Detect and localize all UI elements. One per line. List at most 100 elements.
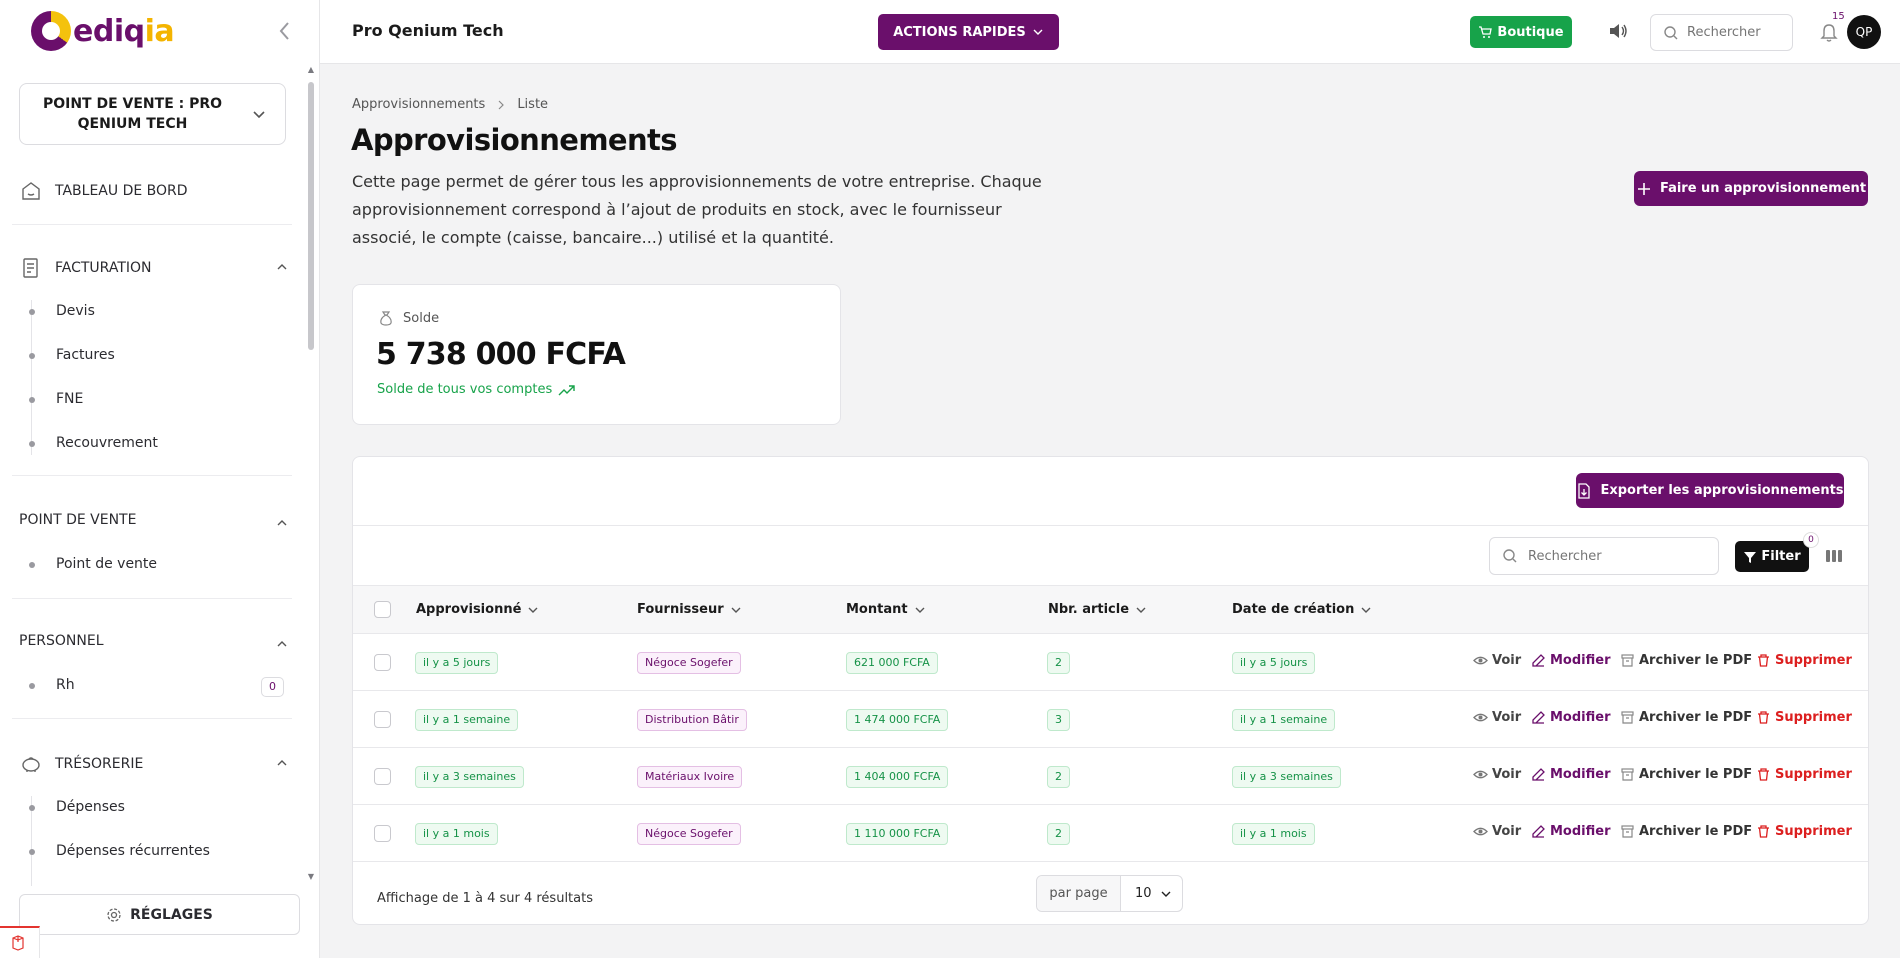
- chevron-down-icon: [1360, 604, 1372, 616]
- delete-action[interactable]: Supprimer: [1756, 710, 1852, 725]
- table-row: il y a 5 jours Négoce Sogefer 621 000 FC…: [353, 634, 1868, 691]
- view-action[interactable]: Voir: [1473, 710, 1521, 725]
- volume-icon[interactable]: [1607, 20, 1629, 42]
- row-checkbox[interactable]: [374, 825, 391, 842]
- archive-pdf-action[interactable]: Archiver le PDF: [1620, 767, 1752, 782]
- columns-toggle-icon[interactable]: [1824, 546, 1844, 566]
- nav-depenses[interactable]: Dépenses: [56, 799, 125, 815]
- supplier-badge: Négoce Sogefer: [637, 652, 741, 674]
- edit-action[interactable]: Modifier: [1531, 767, 1611, 782]
- view-label: Voir: [1492, 710, 1522, 725]
- amount-badge: 1 474 000 FCFA: [846, 709, 949, 731]
- all-accounts-label: Solde de tous vos comptes: [377, 382, 553, 397]
- filter-label: Filter: [1761, 549, 1801, 564]
- sidebar: ediqia POINT DE VENTE : PRO QENIUM TECH …: [0, 0, 320, 958]
- collapse-sidebar-icon[interactable]: [276, 20, 294, 42]
- archive-icon: [1620, 824, 1635, 839]
- delete-label: Supprimer: [1775, 710, 1852, 725]
- nav-factures[interactable]: Factures: [56, 347, 115, 363]
- delete-action[interactable]: Supprimer: [1756, 824, 1852, 839]
- nav-recouvrement[interactable]: Recouvrement: [56, 435, 158, 451]
- export-button[interactable]: Exporter les approvisionnements: [1576, 473, 1844, 508]
- scroll-down-arrow[interactable]: ▼: [307, 873, 315, 881]
- trash-icon: [1756, 653, 1771, 668]
- col-fournisseur[interactable]: Fournisseur: [637, 602, 742, 617]
- quick-actions-button[interactable]: ACTIONS RAPIDES: [878, 14, 1059, 50]
- col-date-creation[interactable]: Date de création: [1232, 602, 1372, 617]
- edit-action[interactable]: Modifier: [1531, 653, 1611, 668]
- nav-depenses-recurrentes[interactable]: Dépenses récurrentes: [56, 843, 210, 859]
- bell-icon[interactable]: [1819, 21, 1839, 43]
- divider: [12, 598, 292, 599]
- nav-fne[interactable]: FNE: [56, 391, 83, 407]
- view-action[interactable]: Voir: [1473, 767, 1521, 782]
- edit-action[interactable]: Modifier: [1531, 824, 1611, 839]
- row-checkbox[interactable]: [374, 654, 391, 671]
- section-tresorerie-label: TRÉSORERIE: [55, 756, 144, 772]
- divider: [12, 475, 292, 476]
- archive-pdf-action[interactable]: Archiver le PDF: [1620, 710, 1752, 725]
- edit-action[interactable]: Modifier: [1531, 710, 1611, 725]
- trash-icon: [1756, 824, 1771, 839]
- add-supply-label: Faire un approvisionnement: [1659, 181, 1867, 196]
- all-accounts-link[interactable]: Solde de tous vos comptes: [377, 382, 576, 397]
- section-point-de-vente[interactable]: POINT DE VENTE: [19, 512, 289, 528]
- archive-label: Archiver le PDF: [1639, 767, 1753, 782]
- archive-pdf-action[interactable]: Archiver le PDF: [1620, 824, 1752, 839]
- nav-dashboard[interactable]: TABLEAU DE BORD: [19, 179, 188, 203]
- chevron-up-icon: [275, 756, 289, 770]
- global-search-input[interactable]: [1687, 25, 1787, 40]
- bullet: [29, 805, 35, 811]
- logo-mark: [31, 11, 71, 51]
- section-facturation[interactable]: FACTURATION: [19, 256, 289, 280]
- per-page-select[interactable]: par page 10: [1036, 875, 1183, 912]
- per-page-value[interactable]: 10: [1121, 886, 1182, 901]
- section-tresorerie[interactable]: TRÉSORERIE: [19, 752, 289, 776]
- table-row: il y a 1 semaine Distribution Bâtir 1 47…: [353, 691, 1868, 748]
- table-search[interactable]: [1489, 537, 1719, 575]
- view-action[interactable]: Voir: [1473, 653, 1521, 668]
- sidebar-scrollbar[interactable]: ▲ ▼: [307, 66, 315, 881]
- shop-button[interactable]: Boutique: [1470, 16, 1572, 48]
- view-action[interactable]: Voir: [1473, 824, 1521, 839]
- col-approvisionne[interactable]: Approvisionné: [416, 602, 539, 617]
- table-search-input[interactable]: [1528, 548, 1708, 564]
- point-of-sale-select[interactable]: POINT DE VENTE : PRO QENIUM TECH: [19, 83, 286, 145]
- delete-action[interactable]: Supprimer: [1756, 653, 1852, 668]
- chevron-up-icon: [275, 516, 289, 530]
- section-personnel[interactable]: PERSONNEL: [19, 633, 289, 649]
- ediqia-logo[interactable]: ediqia: [31, 10, 175, 52]
- edit-label: Modifier: [1550, 710, 1611, 725]
- scrollbar-thumb[interactable]: [308, 82, 314, 350]
- select-all-checkbox[interactable]: [374, 601, 391, 618]
- col-montant[interactable]: Montant: [846, 602, 926, 617]
- settings-button[interactable]: RÉGLAGES: [19, 894, 300, 935]
- delete-label: Supprimer: [1775, 824, 1852, 839]
- gear-icon: [106, 907, 122, 923]
- scroll-up-arrow[interactable]: ▲: [307, 66, 315, 74]
- archive-pdf-action[interactable]: Archiver le PDF: [1620, 653, 1752, 668]
- page-title: Approvisionnements: [351, 123, 678, 157]
- filter-button[interactable]: Filter: [1735, 541, 1809, 572]
- global-search[interactable]: [1650, 14, 1793, 51]
- nav-point-de-vente[interactable]: Point de vente: [56, 556, 157, 572]
- col-nbr-article[interactable]: Nbr. article: [1048, 602, 1147, 617]
- item-count-badge: 2: [1047, 823, 1070, 845]
- user-avatar[interactable]: QP: [1847, 15, 1881, 49]
- divider: [12, 224, 292, 225]
- section-facturation-label: FACTURATION: [55, 260, 152, 276]
- nav-rh[interactable]: Rh: [56, 677, 75, 693]
- row-checkbox[interactable]: [374, 768, 391, 785]
- col-label: Approvisionné: [416, 602, 522, 617]
- rh-count-badge: 0: [261, 677, 284, 697]
- add-supply-button[interactable]: Faire un approvisionnement: [1634, 171, 1868, 206]
- eye-icon: [1473, 824, 1488, 839]
- archive-label: Archiver le PDF: [1639, 824, 1753, 839]
- amount-badge: 621 000 FCFA: [846, 652, 938, 674]
- filter-count-badge: 0: [1803, 532, 1819, 548]
- delete-action[interactable]: Supprimer: [1756, 767, 1852, 782]
- row-checkbox[interactable]: [374, 711, 391, 728]
- breadcrumb-parent[interactable]: Approvisionnements: [352, 97, 485, 112]
- laravel-debug-icon[interactable]: [0, 926, 40, 958]
- nav-devis[interactable]: Devis: [56, 303, 95, 319]
